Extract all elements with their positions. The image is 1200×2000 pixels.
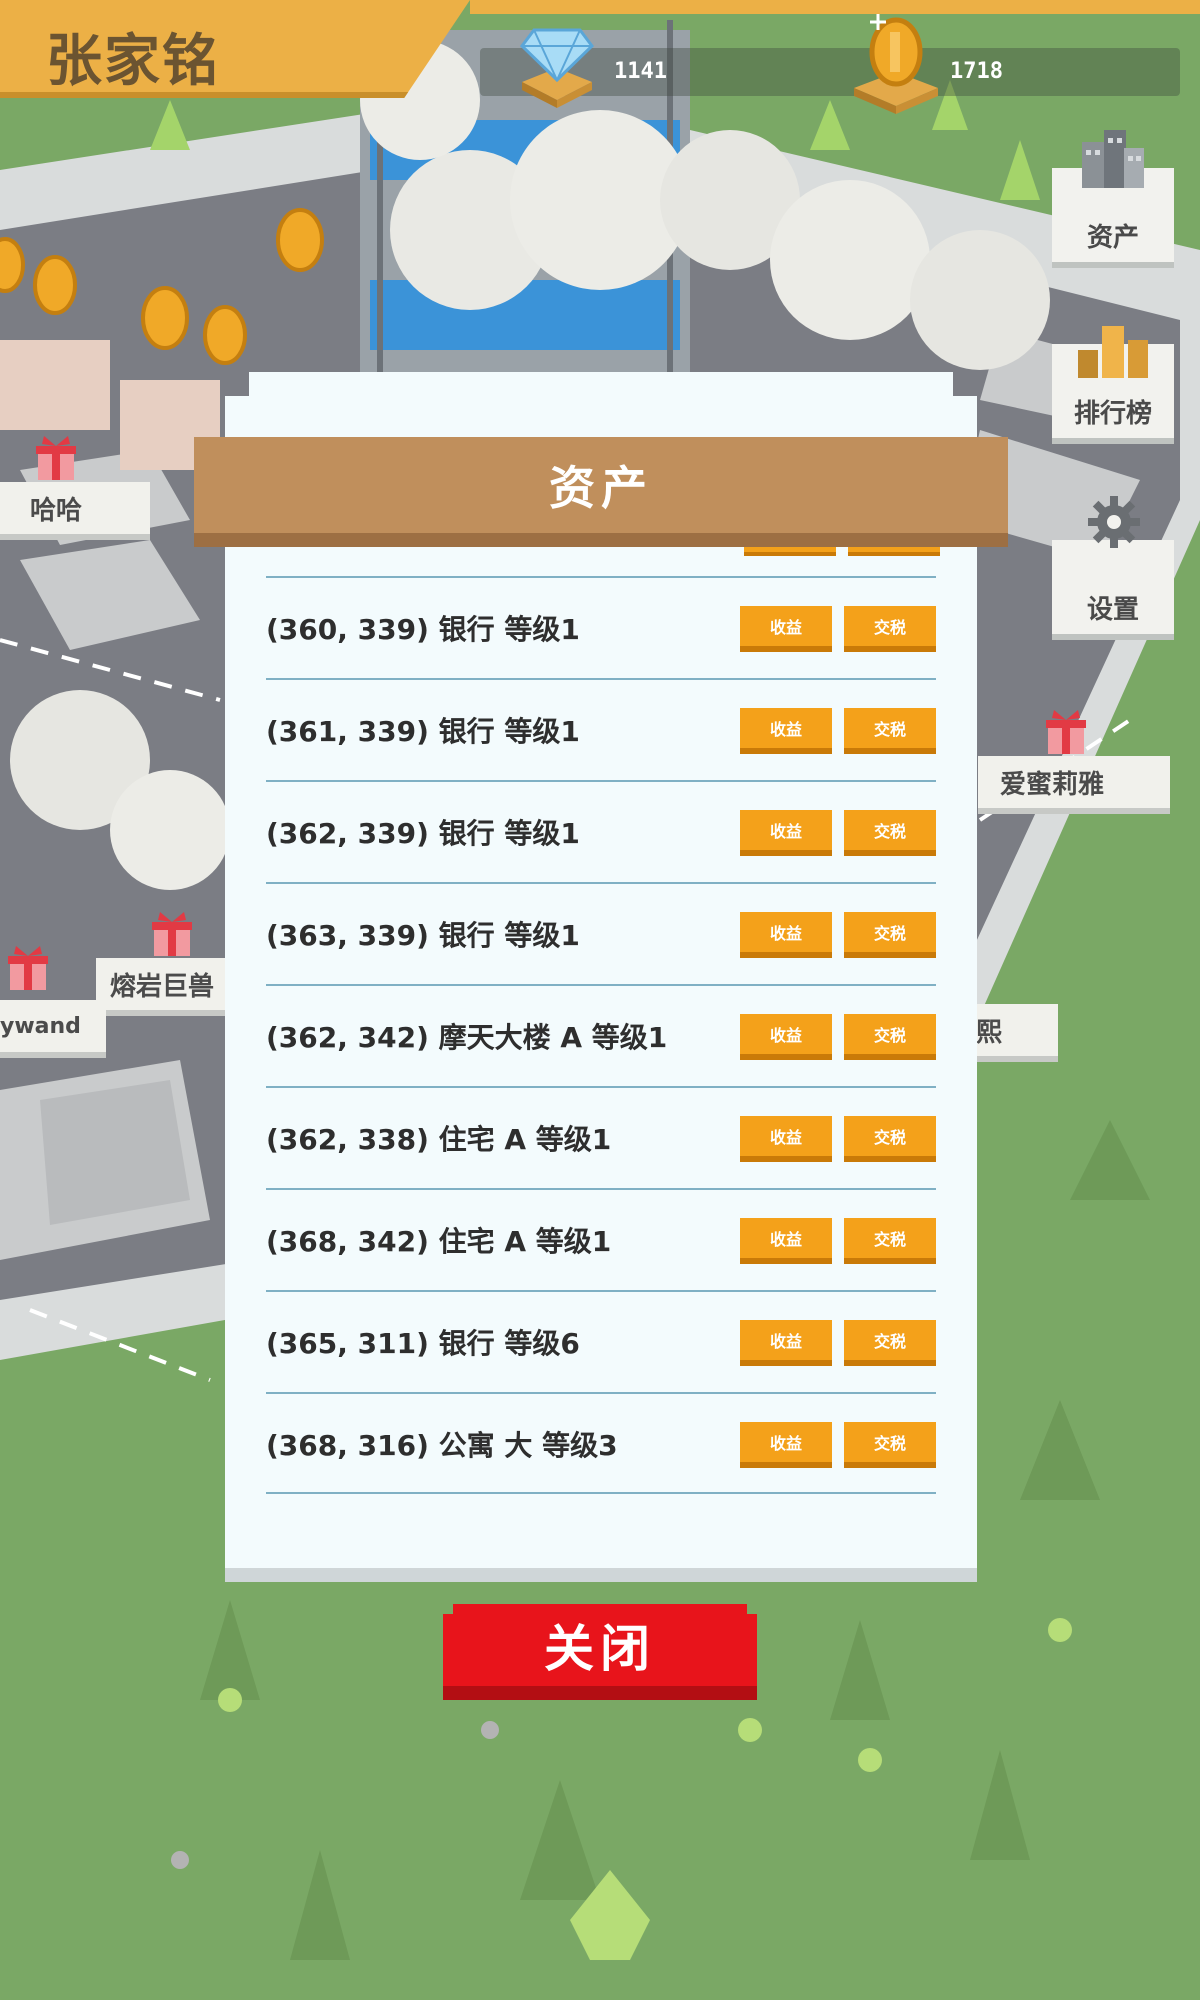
asset-row: (365, 311) 银行 等级6 收益 交税 <box>266 1290 936 1392</box>
asset-row-label: (360, 339) 银行 等级1 <box>266 613 580 646</box>
tax-button[interactable]: 交税 <box>844 912 936 958</box>
income-button[interactable]: 收益 <box>740 1218 832 1264</box>
gift-icon[interactable] <box>1044 708 1088 756</box>
tax-button[interactable]: 交税 <box>844 1320 936 1366</box>
modal-header: 资产 <box>194 437 1008 547</box>
tax-button[interactable]: 交税 <box>844 810 936 856</box>
asset-row: (368, 342) 住宅 A 等级1 收益 交税 <box>266 1188 936 1290</box>
player-nameplate[interactable]: 熔岩巨兽 <box>96 958 246 1016</box>
asset-list[interactable]: (360, 339) 银行 等级1 收益 交税 (361, 339) 银行 等级… <box>266 576 936 1494</box>
leaderboard-button[interactable]: 排行榜 <box>1052 326 1174 444</box>
income-button[interactable] <box>744 546 836 556</box>
tax-button[interactable]: 交税 <box>844 1218 936 1264</box>
player-nameplate-label: 爱蜜莉雅 <box>1000 769 1105 800</box>
modal-title: 资产 <box>549 461 653 515</box>
coin-icon <box>854 14 938 114</box>
asset-row-label: (363, 339) 银行 等级1 <box>266 919 580 952</box>
tax-button[interactable]: 交税 <box>844 708 936 754</box>
asset-row: (363, 339) 银行 等级1 收益 交税 <box>266 882 936 984</box>
income-button[interactable]: 收益 <box>740 912 832 958</box>
player-nameplate[interactable]: ywand <box>0 1000 106 1058</box>
gift-icon[interactable] <box>34 434 78 482</box>
diamond-icon <box>520 28 594 108</box>
asset-row: (362, 342) 摩天大楼 A 等级1 收益 交税 <box>266 984 936 1086</box>
gift-icon[interactable] <box>150 910 194 958</box>
asset-row-label: (361, 339) 银行 等级1 <box>266 715 580 748</box>
income-button[interactable]: 收益 <box>740 1320 832 1366</box>
income-button[interactable]: 收益 <box>740 1422 832 1468</box>
player-nameplate-label: 熔岩巨兽 <box>110 971 215 1002</box>
close-button-label: 关闭 <box>544 1620 656 1678</box>
income-button[interactable]: 收益 <box>740 606 832 652</box>
gift-icon[interactable] <box>6 944 50 992</box>
player-nameplate-label: 哈哈 <box>30 495 83 526</box>
gear-icon <box>1088 496 1140 548</box>
asset-row: (362, 338) 住宅 A 等级1 收益 交税 <box>266 1086 936 1188</box>
player-nameplate-label: ywand <box>0 1013 81 1039</box>
income-button[interactable]: 收益 <box>740 1116 832 1162</box>
assets-button[interactable]: 资产 <box>1052 130 1174 268</box>
asset-row-label: (362, 339) 银行 等级1 <box>266 817 580 850</box>
leaderboard-button-label: 排行榜 <box>1073 399 1152 429</box>
settings-button-label: 设置 <box>1086 595 1139 625</box>
asset-row: (361, 339) 银行 等级1 收益 交税 <box>266 678 936 780</box>
income-button[interactable]: 收益 <box>740 810 832 856</box>
tax-button[interactable]: 交税 <box>844 606 936 652</box>
tax-button[interactable]: 交税 <box>844 1014 936 1060</box>
trophy-icon <box>1078 326 1148 378</box>
coin-count: 1718 <box>950 59 1003 84</box>
player-name: 张家铭 <box>46 29 220 94</box>
asset-row-label: (362, 338) 住宅 A 等级1 <box>266 1123 612 1156</box>
income-button[interactable]: 收益 <box>740 1014 832 1060</box>
asset-row-label: (365, 311) 银行 等级6 <box>266 1327 580 1360</box>
player-nameplate[interactable]: 爱蜜莉雅 <box>978 756 1170 814</box>
income-button[interactable]: 收益 <box>740 708 832 754</box>
tax-button[interactable] <box>848 546 940 556</box>
player-nameplate[interactable]: 哈哈 <box>0 482 150 540</box>
player-banner: 张家铭 <box>0 0 470 98</box>
asset-row: (368, 316) 公寓 大 等级3 收益 交税 <box>266 1392 936 1494</box>
asset-row: (362, 339) 银行 等级1 收益 交税 <box>266 780 936 882</box>
close-button[interactable]: 关闭 <box>443 1604 757 1700</box>
player-nameplate[interactable]: 熙 <box>970 1004 1058 1062</box>
buildings-icon <box>1082 130 1144 188</box>
player-nameplate-label: 熙 <box>976 1017 1003 1048</box>
assets-button-label: 资产 <box>1086 223 1139 253</box>
asset-row-label: (368, 316) 公寓 大 等级3 <box>266 1429 618 1462</box>
asset-row: (360, 339) 银行 等级1 收益 交税 <box>266 576 936 678</box>
asset-row-label: (362, 342) 摩天大楼 A 等级1 <box>266 1021 668 1054</box>
tax-button[interactable]: 交税 <box>844 1422 936 1468</box>
settings-button[interactable]: 设置 <box>1052 496 1174 640</box>
asset-row-label: (368, 342) 住宅 A 等级1 <box>266 1225 612 1258</box>
tax-button[interactable]: 交税 <box>844 1116 936 1162</box>
diamond-count: 1141 <box>614 59 667 84</box>
